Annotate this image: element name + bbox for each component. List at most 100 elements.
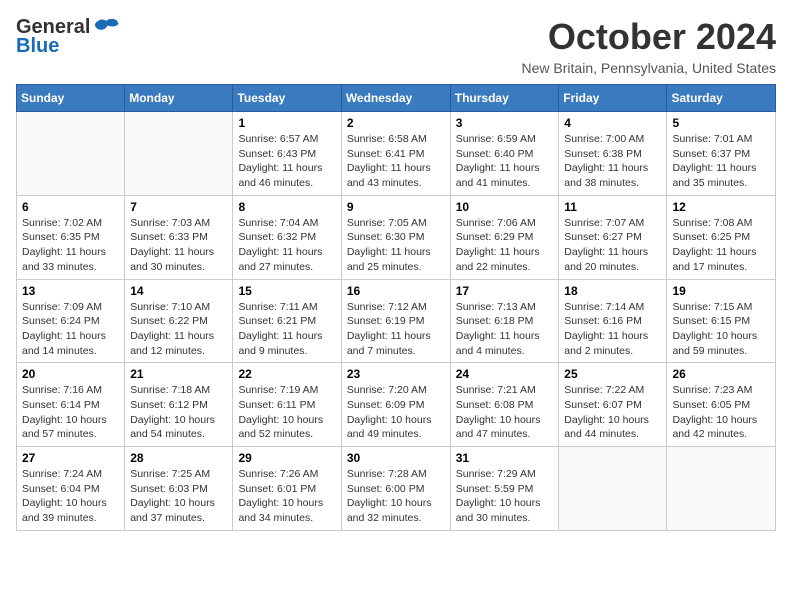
calendar-cell: 18 Sunrise: 7:14 AM Sunset: 6:16 PM Dayli… [559,279,667,363]
day-number: 17 [456,284,554,298]
day-info: Sunrise: 7:18 AM Sunset: 6:12 PM Dayligh… [130,383,227,442]
calendar-table: SundayMondayTuesdayWednesdayThursdayFrid… [16,84,776,531]
calendar-week-row: 6Sunrise: 7:02 AM Sunset: 6:35 PM Daylig… [17,195,776,279]
calendar-cell: 14Sunrise: 7:10 AM Sunset: 6:22 PM Dayli… [125,279,233,363]
calendar-cell: 22 Sunrise: 7:19 AM Sunset: 6:11 PM Dayli… [233,363,341,447]
calendar-cell: 1Sunrise: 6:57 AM Sunset: 6:43 PM Daylig… [233,112,341,196]
day-number: 10 [456,200,554,214]
weekday-header-saturday: Saturday [667,85,776,112]
day-info: Sunrise: 7:06 AM Sunset: 6:29 PM Dayligh… [456,216,554,275]
calendar-cell: 4 Sunrise: 7:00 AM Sunset: 6:38 PM Daylig… [559,112,667,196]
calendar-cell: 25Sunrise: 7:22 AM Sunset: 6:07 PM Dayli… [559,363,667,447]
calendar-cell: 24 Sunrise: 7:21 AM Sunset: 6:08 PM Dayli… [450,363,559,447]
calendar-cell: 15 Sunrise: 7:11 AM Sunset: 6:21 PM Dayli… [233,279,341,363]
day-info: Sunrise: 6:57 AM Sunset: 6:43 PM Dayligh… [238,132,335,191]
day-info: Sunrise: 7:08 AM Sunset: 6:25 PM Dayligh… [672,216,770,275]
calendar-cell: 29Sunrise: 7:26 AM Sunset: 6:01 PM Dayli… [233,447,341,531]
day-info: Sunrise: 7:26 AM Sunset: 6:01 PM Dayligh… [238,467,335,526]
month-title: October 2024 [522,16,776,58]
calendar-cell: 6Sunrise: 7:02 AM Sunset: 6:35 PM Daylig… [17,195,125,279]
calendar-cell: 30 Sunrise: 7:28 AM Sunset: 6:00 PM Dayli… [341,447,450,531]
day-info: Sunrise: 7:03 AM Sunset: 6:33 PM Dayligh… [130,216,227,275]
calendar-week-row: 27Sunrise: 7:24 AM Sunset: 6:04 PM Dayli… [17,447,776,531]
day-info: Sunrise: 7:20 AM Sunset: 6:09 PM Dayligh… [347,383,445,442]
day-number: 22 [238,367,335,381]
day-number: 12 [672,200,770,214]
calendar-header: SundayMondayTuesdayWednesdayThursdayFrid… [17,85,776,112]
day-info: Sunrise: 6:59 AM Sunset: 6:40 PM Dayligh… [456,132,554,191]
calendar-week-row: 20 Sunrise: 7:16 AM Sunset: 6:14 PM Dayli… [17,363,776,447]
calendar-body: 1Sunrise: 6:57 AM Sunset: 6:43 PM Daylig… [17,112,776,531]
calendar-cell: 20 Sunrise: 7:16 AM Sunset: 6:14 PM Dayli… [17,363,125,447]
day-number: 4 [564,116,661,130]
day-info: Sunrise: 7:29 AM Sunset: 5:59 PM Dayligh… [456,467,554,526]
day-number: 8 [238,200,335,214]
day-info: Sunrise: 7:16 AM Sunset: 6:14 PM Dayligh… [22,383,119,442]
calendar-cell: 19Sunrise: 7:15 AM Sunset: 6:15 PM Dayli… [667,279,776,363]
title-area: October 2024 New Britain, Pennsylvania, … [522,16,776,76]
logo-bird-icon [92,17,120,39]
day-info: Sunrise: 7:12 AM Sunset: 6:19 PM Dayligh… [347,300,445,359]
day-number: 9 [347,200,445,214]
day-number: 24 [456,367,554,381]
day-info: Sunrise: 7:10 AM Sunset: 6:22 PM Dayligh… [130,300,227,359]
location-text: New Britain, Pennsylvania, United States [522,60,776,76]
day-number: 11 [564,200,661,214]
day-info: Sunrise: 7:13 AM Sunset: 6:18 PM Dayligh… [456,300,554,359]
calendar-cell: 23 Sunrise: 7:20 AM Sunset: 6:09 PM Dayli… [341,363,450,447]
day-info: Sunrise: 7:07 AM Sunset: 6:27 PM Dayligh… [564,216,661,275]
day-number: 6 [22,200,119,214]
day-info: Sunrise: 7:21 AM Sunset: 6:08 PM Dayligh… [456,383,554,442]
calendar-cell [17,112,125,196]
day-number: 20 [22,367,119,381]
weekday-header-thursday: Thursday [450,85,559,112]
weekday-header-wednesday: Wednesday [341,85,450,112]
day-number: 25 [564,367,661,381]
calendar-week-row: 13Sunrise: 7:09 AM Sunset: 6:24 PM Dayli… [17,279,776,363]
weekday-header-row: SundayMondayTuesdayWednesdayThursdayFrid… [17,85,776,112]
calendar-cell: 10 Sunrise: 7:06 AM Sunset: 6:29 PM Dayli… [450,195,559,279]
calendar-cell: 7 Sunrise: 7:03 AM Sunset: 6:33 PM Daylig… [125,195,233,279]
day-info: Sunrise: 7:28 AM Sunset: 6:00 PM Dayligh… [347,467,445,526]
day-number: 26 [672,367,770,381]
day-number: 16 [347,284,445,298]
calendar-cell: 17 Sunrise: 7:13 AM Sunset: 6:18 PM Dayli… [450,279,559,363]
calendar-cell [559,447,667,531]
weekday-header-tuesday: Tuesday [233,85,341,112]
day-number: 5 [672,116,770,130]
day-number: 28 [130,451,227,465]
calendar-cell: 13Sunrise: 7:09 AM Sunset: 6:24 PM Dayli… [17,279,125,363]
calendar-week-row: 1Sunrise: 6:57 AM Sunset: 6:43 PM Daylig… [17,112,776,196]
day-number: 15 [238,284,335,298]
calendar-cell: 3 Sunrise: 6:59 AM Sunset: 6:40 PM Daylig… [450,112,559,196]
day-number: 27 [22,451,119,465]
day-number: 7 [130,200,227,214]
day-info: Sunrise: 7:11 AM Sunset: 6:21 PM Dayligh… [238,300,335,359]
day-number: 3 [456,116,554,130]
calendar-cell [667,447,776,531]
weekday-header-friday: Friday [559,85,667,112]
logo: General Blue [16,16,120,58]
day-info: Sunrise: 7:19 AM Sunset: 6:11 PM Dayligh… [238,383,335,442]
calendar-cell: 5 Sunrise: 7:01 AM Sunset: 6:37 PM Daylig… [667,112,776,196]
day-info: Sunrise: 7:25 AM Sunset: 6:03 PM Dayligh… [130,467,227,526]
calendar-cell: 21 Sunrise: 7:18 AM Sunset: 6:12 PM Dayli… [125,363,233,447]
weekday-header-monday: Monday [125,85,233,112]
day-info: Sunrise: 7:15 AM Sunset: 6:15 PM Dayligh… [672,300,770,359]
calendar-cell: 26Sunrise: 7:23 AM Sunset: 6:05 PM Dayli… [667,363,776,447]
day-info: Sunrise: 7:04 AM Sunset: 6:32 PM Dayligh… [238,216,335,275]
logo-blue-text: Blue [16,35,59,58]
weekday-header-sunday: Sunday [17,85,125,112]
calendar-cell: 2Sunrise: 6:58 AM Sunset: 6:41 PM Daylig… [341,112,450,196]
calendar-cell [125,112,233,196]
day-info: Sunrise: 7:01 AM Sunset: 6:37 PM Dayligh… [672,132,770,191]
day-number: 30 [347,451,445,465]
day-number: 18 [564,284,661,298]
day-number: 23 [347,367,445,381]
day-number: 2 [347,116,445,130]
day-info: Sunrise: 7:00 AM Sunset: 6:38 PM Dayligh… [564,132,661,191]
day-info: Sunrise: 7:05 AM Sunset: 6:30 PM Dayligh… [347,216,445,275]
day-info: Sunrise: 7:14 AM Sunset: 6:16 PM Dayligh… [564,300,661,359]
day-number: 21 [130,367,227,381]
calendar-cell: 12 Sunrise: 7:08 AM Sunset: 6:25 PM Dayli… [667,195,776,279]
